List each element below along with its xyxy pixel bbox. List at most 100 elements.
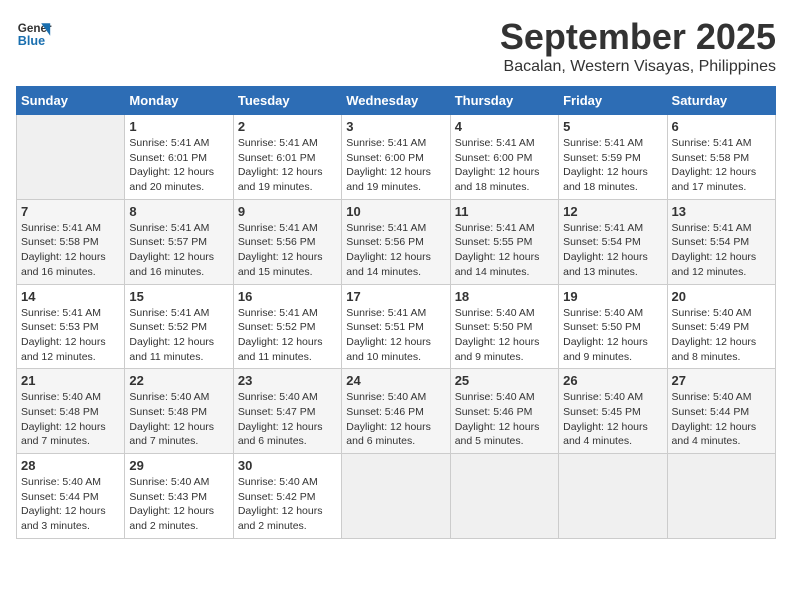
day-detail: Sunrise: 5:40 AM Sunset: 5:43 PM Dayligh… [129, 475, 228, 534]
day-number: 4 [455, 119, 554, 134]
title-block: September 2025 Bacalan, Western Visayas,… [500, 16, 776, 76]
day-detail: Sunrise: 5:40 AM Sunset: 5:46 PM Dayligh… [455, 390, 554, 449]
day-cell: 27 Sunrise: 5:40 AM Sunset: 5:44 PM Dayli… [667, 369, 775, 454]
day-cell: 9 Sunrise: 5:41 AM Sunset: 5:56 PM Daylig… [233, 199, 341, 284]
day-cell: 10 Sunrise: 5:41 AM Sunset: 5:56 PM Dayli… [342, 199, 450, 284]
day-cell: 30 Sunrise: 5:40 AM Sunset: 5:42 PM Dayli… [233, 454, 341, 539]
day-number: 9 [238, 204, 337, 219]
day-cell: 5 Sunrise: 5:41 AM Sunset: 5:59 PM Daylig… [559, 115, 667, 200]
day-detail: Sunrise: 5:41 AM Sunset: 6:01 PM Dayligh… [129, 136, 228, 195]
day-detail: Sunrise: 5:40 AM Sunset: 5:44 PM Dayligh… [672, 390, 771, 449]
day-cell: 16Sunrise: 5:41 AM Sunset: 5:52 PM Dayli… [233, 284, 341, 369]
day-detail: Sunrise: 5:41 AM Sunset: 6:00 PM Dayligh… [346, 136, 445, 195]
day-number: 7 [21, 204, 120, 219]
header-row: Sunday Monday Tuesday Wednesday Thursday… [17, 87, 776, 115]
day-detail: Sunrise: 5:41 AM Sunset: 5:53 PM Dayligh… [21, 306, 120, 365]
day-detail: Sunrise: 5:40 AM Sunset: 5:50 PM Dayligh… [455, 306, 554, 365]
col-saturday: Saturday [667, 87, 775, 115]
day-cell: 17Sunrise: 5:41 AM Sunset: 5:51 PM Dayli… [342, 284, 450, 369]
day-cell: 13Sunrise: 5:41 AM Sunset: 5:54 PM Dayli… [667, 199, 775, 284]
day-detail: Sunrise: 5:41 AM Sunset: 5:52 PM Dayligh… [129, 306, 228, 365]
day-detail: Sunrise: 5:40 AM Sunset: 5:46 PM Dayligh… [346, 390, 445, 449]
day-number: 18 [455, 289, 554, 304]
day-number: 21 [21, 373, 120, 388]
week-row-2: 7 Sunrise: 5:41 AM Sunset: 5:58 PM Daylig… [17, 199, 776, 284]
day-cell: 20 Sunrise: 5:40 AM Sunset: 5:49 PM Dayli… [667, 284, 775, 369]
day-cell [667, 454, 775, 539]
day-detail: Sunrise: 5:41 AM Sunset: 5:55 PM Dayligh… [455, 221, 554, 280]
day-detail: Sunrise: 5:40 AM Sunset: 5:42 PM Dayligh… [238, 475, 337, 534]
day-cell: 19 Sunrise: 5:40 AM Sunset: 5:50 PM Dayli… [559, 284, 667, 369]
day-detail: Sunrise: 5:40 AM Sunset: 5:48 PM Dayligh… [21, 390, 120, 449]
day-cell: 24 Sunrise: 5:40 AM Sunset: 5:46 PM Dayli… [342, 369, 450, 454]
col-friday: Friday [559, 87, 667, 115]
col-tuesday: Tuesday [233, 87, 341, 115]
day-detail: Sunrise: 5:40 AM Sunset: 5:50 PM Dayligh… [563, 306, 662, 365]
day-detail: Sunrise: 5:41 AM Sunset: 5:54 PM Dayligh… [563, 221, 662, 280]
day-number: 8 [129, 204, 228, 219]
day-number: 15 [129, 289, 228, 304]
week-row-5: 28 Sunrise: 5:40 AM Sunset: 5:44 PM Dayli… [17, 454, 776, 539]
day-cell: 8 Sunrise: 5:41 AM Sunset: 5:57 PM Daylig… [125, 199, 233, 284]
day-number: 27 [672, 373, 771, 388]
day-number: 17 [346, 289, 445, 304]
day-cell: 7 Sunrise: 5:41 AM Sunset: 5:58 PM Daylig… [17, 199, 125, 284]
day-detail: Sunrise: 5:40 AM Sunset: 5:44 PM Dayligh… [21, 475, 120, 534]
day-detail: Sunrise: 5:40 AM Sunset: 5:48 PM Dayligh… [129, 390, 228, 449]
col-sunday: Sunday [17, 87, 125, 115]
day-cell: 4 Sunrise: 5:41 AM Sunset: 6:00 PM Daylig… [450, 115, 558, 200]
calendar-title: September 2025 [500, 16, 776, 58]
day-detail: Sunrise: 5:41 AM Sunset: 6:00 PM Dayligh… [455, 136, 554, 195]
day-cell: 15 Sunrise: 5:41 AM Sunset: 5:52 PM Dayli… [125, 284, 233, 369]
day-cell: 2 Sunrise: 5:41 AM Sunset: 6:01 PM Daylig… [233, 115, 341, 200]
day-number: 10 [346, 204, 445, 219]
day-cell: 29Sunrise: 5:40 AM Sunset: 5:43 PM Dayli… [125, 454, 233, 539]
week-row-1: 1Sunrise: 5:41 AM Sunset: 6:01 PM Daylig… [17, 115, 776, 200]
day-cell: 18 Sunrise: 5:40 AM Sunset: 5:50 PM Dayli… [450, 284, 558, 369]
col-thursday: Thursday [450, 87, 558, 115]
day-detail: Sunrise: 5:41 AM Sunset: 6:01 PM Dayligh… [238, 136, 337, 195]
day-cell: 1Sunrise: 5:41 AM Sunset: 6:01 PM Daylig… [125, 115, 233, 200]
day-number: 5 [563, 119, 662, 134]
day-number: 25 [455, 373, 554, 388]
day-cell: 22 Sunrise: 5:40 AM Sunset: 5:48 PM Dayli… [125, 369, 233, 454]
logo: General Blue [16, 16, 52, 52]
day-number: 22 [129, 373, 228, 388]
day-detail: Sunrise: 5:41 AM Sunset: 5:57 PM Dayligh… [129, 221, 228, 280]
day-detail: Sunrise: 5:40 AM Sunset: 5:45 PM Dayligh… [563, 390, 662, 449]
day-cell [559, 454, 667, 539]
day-number: 3 [346, 119, 445, 134]
day-detail: Sunrise: 5:41 AM Sunset: 5:54 PM Dayligh… [672, 221, 771, 280]
day-cell: 6Sunrise: 5:41 AM Sunset: 5:58 PM Daylig… [667, 115, 775, 200]
day-number: 26 [563, 373, 662, 388]
day-number: 30 [238, 458, 337, 473]
day-detail: Sunrise: 5:41 AM Sunset: 5:56 PM Dayligh… [346, 221, 445, 280]
day-number: 24 [346, 373, 445, 388]
day-number: 20 [672, 289, 771, 304]
day-cell [450, 454, 558, 539]
day-number: 11 [455, 204, 554, 219]
day-cell [342, 454, 450, 539]
day-detail: Sunrise: 5:40 AM Sunset: 5:49 PM Dayligh… [672, 306, 771, 365]
week-row-3: 14 Sunrise: 5:41 AM Sunset: 5:53 PM Dayli… [17, 284, 776, 369]
day-detail: Sunrise: 5:41 AM Sunset: 5:59 PM Dayligh… [563, 136, 662, 195]
day-cell: 21 Sunrise: 5:40 AM Sunset: 5:48 PM Dayli… [17, 369, 125, 454]
day-cell: 11 Sunrise: 5:41 AM Sunset: 5:55 PM Dayli… [450, 199, 558, 284]
day-number: 28 [21, 458, 120, 473]
day-detail: Sunrise: 5:41 AM Sunset: 5:56 PM Dayligh… [238, 221, 337, 280]
day-number: 16 [238, 289, 337, 304]
day-cell: 14 Sunrise: 5:41 AM Sunset: 5:53 PM Dayli… [17, 284, 125, 369]
week-row-4: 21 Sunrise: 5:40 AM Sunset: 5:48 PM Dayli… [17, 369, 776, 454]
day-cell: 25 Sunrise: 5:40 AM Sunset: 5:46 PM Dayli… [450, 369, 558, 454]
svg-text:Blue: Blue [18, 34, 45, 48]
calendar-subtitle: Bacalan, Western Visayas, Philippines [500, 58, 776, 76]
day-number: 2 [238, 119, 337, 134]
day-number: 19 [563, 289, 662, 304]
day-number: 14 [21, 289, 120, 304]
day-cell: 28 Sunrise: 5:40 AM Sunset: 5:44 PM Dayli… [17, 454, 125, 539]
day-cell: 23Sunrise: 5:40 AM Sunset: 5:47 PM Dayli… [233, 369, 341, 454]
day-detail: Sunrise: 5:41 AM Sunset: 5:58 PM Dayligh… [21, 221, 120, 280]
day-cell: 3 Sunrise: 5:41 AM Sunset: 6:00 PM Daylig… [342, 115, 450, 200]
logo-icon: General Blue [16, 16, 52, 52]
col-monday: Monday [125, 87, 233, 115]
